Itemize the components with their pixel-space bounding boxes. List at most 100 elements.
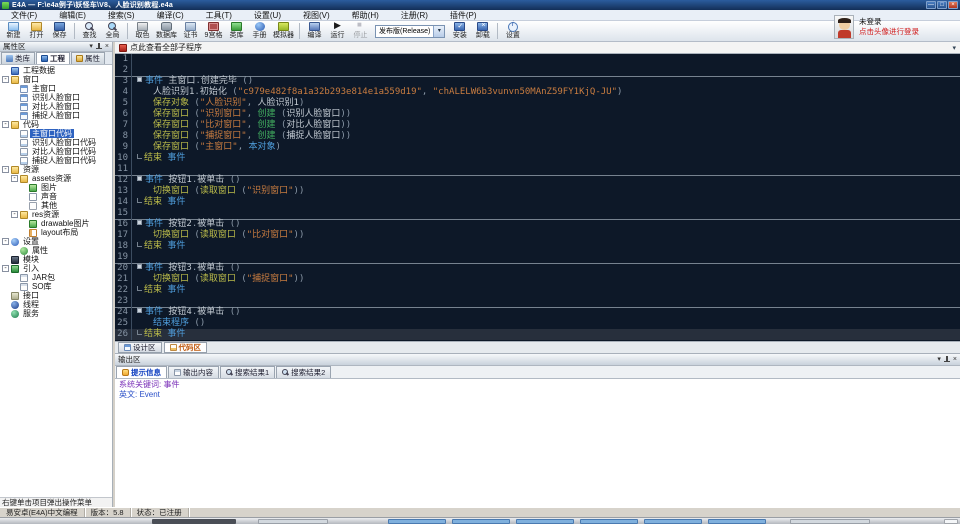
taskbar-button[interactable] bbox=[388, 519, 446, 524]
menu-item[interactable]: 视图(V) bbox=[292, 10, 341, 21]
collapse-box-icon[interactable] bbox=[137, 308, 142, 313]
toolbar-button-uninstall[interactable]: 卸载 bbox=[471, 21, 494, 41]
show-desktop-button[interactable] bbox=[944, 519, 958, 524]
toolbar-button-find[interactable]: 查找 bbox=[78, 21, 101, 41]
tree-item[interactable]: 接口 bbox=[0, 291, 112, 300]
tree-item[interactable]: 线程 bbox=[0, 300, 112, 309]
menu-item[interactable]: 编辑(E) bbox=[48, 10, 97, 21]
code-line[interactable]: 20 事件 按钮3.被单击 () bbox=[115, 263, 960, 274]
code-line[interactable]: 24 事件 按钮4.被单击 () bbox=[115, 307, 960, 318]
toolbar-button-new[interactable]: 新建 bbox=[2, 21, 25, 41]
maximize-button[interactable]: □ bbox=[937, 1, 947, 9]
tree-item[interactable]: 声音 bbox=[0, 192, 112, 201]
tree-expander-icon[interactable]: - bbox=[2, 121, 9, 128]
tree-item[interactable]: - res资源 bbox=[0, 210, 112, 219]
panel-close-icon[interactable]: × bbox=[105, 43, 109, 51]
output-tab-hint[interactable]: 提示信息 bbox=[116, 366, 167, 378]
output-tab-search[interactable]: 搜索结果2 bbox=[276, 366, 332, 378]
code-line[interactable]: 8 保存窗口 ("捕捉窗口", 创建 (捕捉人脸窗口)) bbox=[115, 131, 960, 142]
tree-item[interactable]: 捕捉人脸窗口代码 bbox=[0, 156, 112, 165]
sidebar-tab-proj[interactable]: 工程 bbox=[36, 52, 70, 64]
code-line[interactable]: 21 切换窗口 (读取窗口 ("捕捉窗口")) bbox=[115, 274, 960, 285]
collapse-box-icon[interactable] bbox=[137, 220, 142, 225]
code-line[interactable]: 13 切换窗口 (读取窗口 ("识别窗口")) bbox=[115, 186, 960, 197]
tree-item[interactable]: - 代码 bbox=[0, 120, 112, 129]
toolbar-button-grid9[interactable]: 9宫格 bbox=[202, 21, 225, 41]
tree-item[interactable]: 对比人脸窗口 bbox=[0, 102, 112, 111]
editor-view-tab-code[interactable]: 代码区 bbox=[163, 342, 207, 353]
taskbar-button[interactable] bbox=[516, 519, 574, 524]
minimize-button[interactable]: — bbox=[926, 1, 936, 9]
tree-item[interactable]: 主窗口 bbox=[0, 84, 112, 93]
collapse-box-icon[interactable] bbox=[137, 77, 142, 82]
code-line[interactable]: 1 bbox=[115, 54, 960, 65]
code-line[interactable]: 23 bbox=[115, 296, 960, 307]
code-line[interactable]: 4 人脸识别1.初始化 ("c979e482f8a1a32b293e814e1a5… bbox=[115, 87, 960, 98]
toolbar-button-lib[interactable]: 类库 bbox=[225, 21, 248, 41]
tree-expander-icon[interactable]: - bbox=[2, 76, 9, 83]
code-line[interactable]: 19 bbox=[115, 252, 960, 263]
tree-item[interactable]: - 资源 bbox=[0, 165, 112, 174]
code-line[interactable]: 14 结束 事件 bbox=[115, 197, 960, 208]
tree-item[interactable]: 属性 bbox=[0, 246, 112, 255]
code-line[interactable]: 5 保存对象 ("人脸识别", 人脸识别1) bbox=[115, 98, 960, 109]
collapse-box-icon[interactable] bbox=[137, 264, 142, 269]
taskbar-button[interactable] bbox=[152, 519, 236, 524]
code-line[interactable]: 11 bbox=[115, 164, 960, 175]
taskbar-button[interactable] bbox=[790, 519, 870, 524]
login-hint-link[interactable]: 点击头像进行登录 bbox=[859, 27, 919, 37]
code-line[interactable]: 9 保存窗口 ("主窗口", 本对象) bbox=[115, 142, 960, 153]
code-line[interactable]: 15 bbox=[115, 208, 960, 219]
menu-item[interactable]: 注册(R) bbox=[390, 10, 439, 21]
tree-item[interactable]: 工程数据 bbox=[0, 66, 112, 75]
toolbar-button-db[interactable]: 数据库 bbox=[154, 21, 179, 41]
menu-item[interactable]: 帮助(H) bbox=[341, 10, 390, 21]
tree-item[interactable]: 捕捉人脸窗口 bbox=[0, 111, 112, 120]
code-line[interactable]: 6 保存窗口 ("识别窗口", 创建 (识别人脸窗口)) bbox=[115, 109, 960, 120]
close-button[interactable]: × bbox=[948, 1, 958, 9]
toolbar-button-manual[interactable]: 手册 bbox=[248, 21, 271, 41]
toolbar-button-cert[interactable]: 证书 bbox=[179, 21, 202, 41]
tree-item[interactable]: layout布局 bbox=[0, 228, 112, 237]
taskbar-button[interactable] bbox=[708, 519, 766, 524]
release-mode-dropdown[interactable]: 发布版(Release) ▾ bbox=[375, 24, 446, 38]
taskbar-button[interactable] bbox=[258, 519, 328, 524]
tree-expander-icon[interactable]: - bbox=[11, 175, 18, 182]
taskbar-button[interactable] bbox=[452, 519, 510, 524]
toolbar-button-open[interactable]: 打开 bbox=[25, 21, 48, 41]
menu-item[interactable]: 工具(T) bbox=[195, 10, 243, 21]
code-line[interactable]: 10 结束 事件 bbox=[115, 153, 960, 164]
output-tab-search[interactable]: 搜索结果1 bbox=[220, 366, 276, 378]
editor-tabs-menu-icon[interactable]: ▾ bbox=[952, 44, 956, 52]
code-line[interactable]: 25 结束程序 () bbox=[115, 318, 960, 329]
code-line[interactable]: 2 bbox=[115, 65, 960, 76]
sidebar-tab-prop[interactable]: 属性 bbox=[71, 52, 105, 64]
tree-item[interactable]: 对比人脸窗口代码 bbox=[0, 147, 112, 156]
menu-item[interactable]: 编译(C) bbox=[146, 10, 195, 21]
code-line[interactable]: 17 切换窗口 (读取窗口 ("比对窗口")) bbox=[115, 230, 960, 241]
menu-item[interactable]: 文件(F) bbox=[0, 10, 48, 21]
code-line[interactable]: 12 事件 按钮1.被单击 () bbox=[115, 175, 960, 186]
toolbar-button-build[interactable]: 编译 bbox=[303, 21, 326, 41]
toolbar-button-save[interactable]: 保存 bbox=[48, 21, 71, 41]
panel-dropdown-icon[interactable]: ▾ bbox=[89, 43, 93, 51]
tree-item[interactable]: 识别人脸窗口代码 bbox=[0, 138, 112, 147]
tree-item[interactable]: - 窗口 bbox=[0, 75, 112, 84]
tree-expander-icon[interactable]: - bbox=[2, 166, 9, 173]
menu-item[interactable]: 插件(P) bbox=[439, 10, 488, 21]
toolbar-button-emu[interactable]: 模拟器 bbox=[271, 21, 296, 41]
panel-pin-icon[interactable] bbox=[95, 43, 102, 50]
panel-pin-icon[interactable] bbox=[943, 356, 950, 363]
panel-close-icon[interactable]: × bbox=[953, 356, 957, 364]
code-line[interactable]: 7 保存窗口 ("比对窗口", 创建 (对比人脸窗口)) bbox=[115, 120, 960, 131]
panel-dropdown-icon[interactable]: ▾ bbox=[937, 356, 941, 364]
tree-expander-icon[interactable]: - bbox=[2, 238, 9, 245]
toolbar-button-global[interactable]: 全局 bbox=[101, 21, 124, 41]
code-line[interactable]: 22 结束 事件 bbox=[115, 285, 960, 296]
tree-expander-icon[interactable]: - bbox=[11, 211, 18, 218]
code-line[interactable]: 3 事件 主窗口.创建完毕 () bbox=[115, 76, 960, 87]
code-line[interactable]: 18 结束 事件 bbox=[115, 241, 960, 252]
tree-item[interactable]: drawable图片 bbox=[0, 219, 112, 228]
editor-view-tab-design[interactable]: 设计区 bbox=[118, 342, 162, 353]
tree-item[interactable]: 服务 bbox=[0, 309, 112, 318]
